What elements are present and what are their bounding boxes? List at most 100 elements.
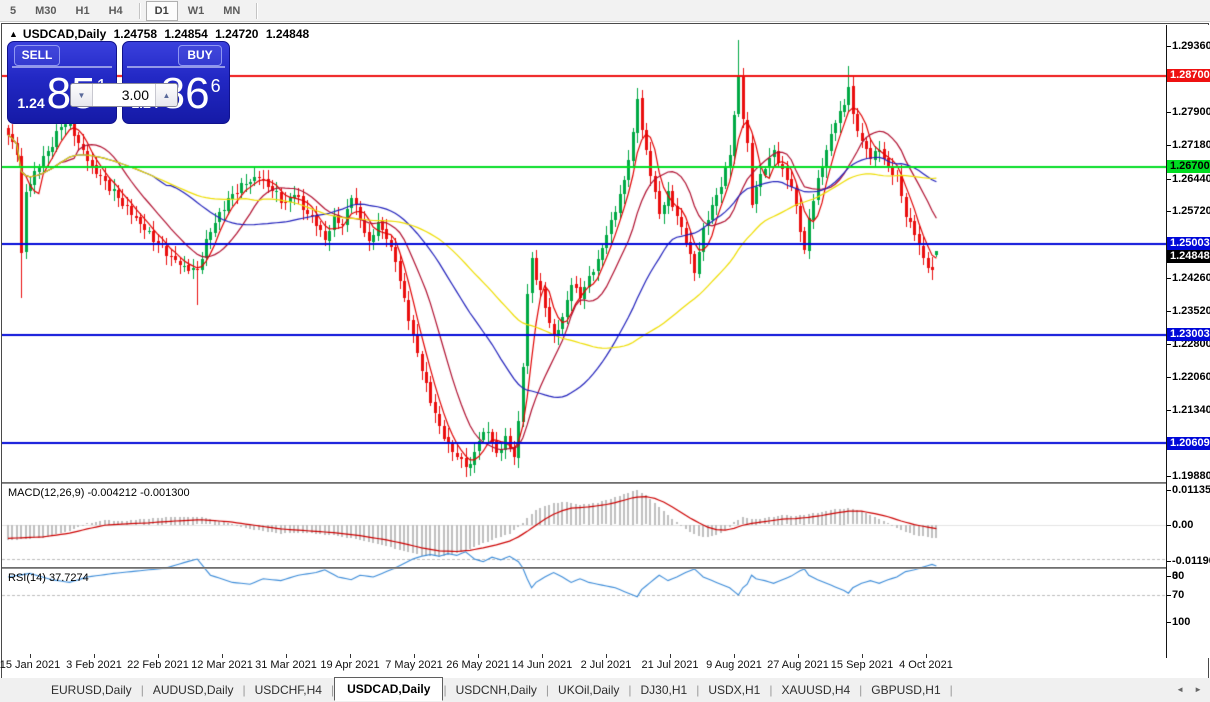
tab-usdchf-h4[interactable]: USDCHF,H4 [246,680,331,700]
date-label: 22 Feb 2021 [127,659,189,671]
price-axis-label: 1.19880 [1172,470,1210,482]
date-label: 21 Jul 2021 [641,659,699,671]
sell-price-prefix: 1.24 [17,95,45,111]
price-axis-label: 1.24260 [1172,272,1210,284]
tab-usdcnh-daily[interactable]: USDCNH,Daily [447,680,546,700]
buy-button[interactable]: BUY [178,45,222,66]
date-label: 4 Oct 2021 [899,659,953,671]
ohlc-low: 1.24720 [215,27,259,41]
tab-scroll-right-icon[interactable]: ► [1194,685,1202,694]
buy-panel-divider [127,66,225,68]
tab-audusd-daily[interactable]: AUDUSD,Daily [144,680,243,700]
price-axis-tick [1167,490,1171,491]
time-axis[interactable]: 15 Jan 2021 3 Feb 2021 22 Feb 2021 12 Mar 2… [0,654,1166,677]
date-label: 2 Jul 2021 [580,659,632,671]
price-axis-label: 1.22060 [1172,371,1210,383]
period-button-5[interactable]: 5 [1,1,25,21]
date-label: 7 May 2021 [385,659,443,671]
volume-control: ▼ ▲ [70,83,178,107]
ohlc-high: 1.24854 [164,27,208,41]
toolbar-separator [256,2,258,19]
time-axis-tick [478,654,479,658]
time-axis-tick [862,654,863,658]
period-button-h1[interactable]: H1 [67,1,99,21]
date-label: 9 Aug 2021 [706,659,762,671]
chart-tabs: EURUSD,Daily | AUDUSD,Daily | USDCHF,H4 | USDC… [0,676,1210,702]
tab-eurusd-daily[interactable]: EURUSD,Daily [42,680,141,700]
price-axis-label: 1.27900 [1172,106,1210,118]
time-axis-tick [670,654,671,658]
time-axis-tick [286,654,287,658]
price-axis-label: 100 [1172,616,1191,628]
price-axis-tick [1167,179,1171,180]
panel-collapse-icon[interactable]: ▲ [9,29,18,39]
price-axis-tick [1167,576,1171,577]
price-axis-label: 1.27180 [1172,139,1210,151]
mt4-window: 5 M30 H1 H4 D1 W1 MN ▲ USDCAD,Daily 1.24758 1.2… [0,0,1210,702]
volume-increase-button[interactable]: ▲ [155,84,177,106]
price-axis-tick [1167,344,1171,345]
tab-usdcad-daily[interactable]: USDCAD,Daily [334,676,444,701]
volume-input[interactable] [93,84,155,106]
price-axis-label: 1.21340 [1172,404,1210,416]
one-click-trading-panel: SELL 1.24 85 1 BUY 1.24 86 6 ▼ ▲ [7,41,230,124]
level-price-badge: 1.25003 [1167,237,1210,250]
price-axis-label: 1.29360 [1172,40,1210,52]
date-label: 15 Jan 2021 [0,659,61,671]
macd-indicator-label: MACD(12,26,9) -0.004212 -0.001300 [8,487,190,499]
price-axis-tick [1167,278,1171,279]
level-price-badge: 1.28700 [1167,69,1210,82]
price-axis-tick [1167,410,1171,411]
tab-scroll-controls: ◄ ► [1176,685,1202,694]
time-axis-tick [734,654,735,658]
price-axis-tick [1167,377,1171,378]
tab-gbpusd-h1[interactable]: GBPUSD,H1 [862,680,949,700]
tab-usdx-h1[interactable]: USDX,H1 [699,680,769,700]
price-axis-label: 0 [1172,570,1179,582]
tab-xauusd-h4[interactable]: XAUUSD,H4 [772,680,859,700]
macd-pane-splitter[interactable] [2,482,1208,484]
time-axis-tick [414,654,415,658]
volume-decrease-button[interactable]: ▼ [71,84,93,106]
date-label: 14 Jun 2021 [511,659,573,671]
date-label: 31 Mar 2021 [255,659,317,671]
price-axis-tick [1167,595,1171,596]
period-button-m30[interactable]: M30 [26,1,65,21]
price-axis[interactable]: 1.29360 1.27900 1.27180 1.26440 1.25720 1.242… [1166,25,1210,658]
price-axis-label: 1.23520 [1172,305,1210,317]
date-label: 12 Mar 2021 [191,659,253,671]
price-axis-tick [1167,145,1171,146]
time-axis-tick [158,654,159,658]
period-button-w1[interactable]: W1 [179,1,214,21]
level-price-badge: 1.26700 [1167,160,1210,173]
price-axis-label: -0.011904 [1172,555,1210,567]
price-axis-label: 0.00 [1172,519,1194,531]
tab-dj30-h1[interactable]: DJ30,H1 [632,680,697,700]
period-button-h4[interactable]: H4 [100,1,132,21]
buy-price-pip-digit: 6 [210,76,221,96]
date-label: 3 Feb 2021 [66,659,122,671]
price-axis-tick [1167,525,1171,526]
time-axis-tick [606,654,607,658]
ohlc-header: ▲ USDCAD,Daily 1.24758 1.24854 1.24720 1.… [9,27,313,41]
tab-separator: | [949,683,953,697]
tab-ukoil-daily[interactable]: UKOil,Daily [549,680,628,700]
period-button-d1[interactable]: D1 [145,0,178,21]
timeframe-toolbar: 5 M30 H1 H4 D1 W1 MN [0,0,1210,22]
time-axis-tick [222,654,223,658]
sell-button[interactable]: SELL [14,45,60,66]
price-axis-tick [1167,211,1171,212]
period-button-mn[interactable]: MN [214,1,249,21]
price-axis-tick [1167,112,1171,113]
rsi-pane-splitter[interactable] [2,567,1208,569]
date-label: 15 Sep 2021 [830,659,894,671]
price-axis-label: 70 [1172,589,1185,601]
price-axis-tick [1167,311,1171,312]
time-axis-tick [926,654,927,658]
rsi-indicator-label: RSI(14) 37.7274 [8,572,89,584]
time-axis-tick [542,654,543,658]
price-axis-tick [1167,46,1171,47]
price-axis-tick [1167,561,1171,562]
date-label: 27 Aug 2021 [767,659,829,671]
tab-scroll-left-icon[interactable]: ◄ [1176,685,1184,694]
